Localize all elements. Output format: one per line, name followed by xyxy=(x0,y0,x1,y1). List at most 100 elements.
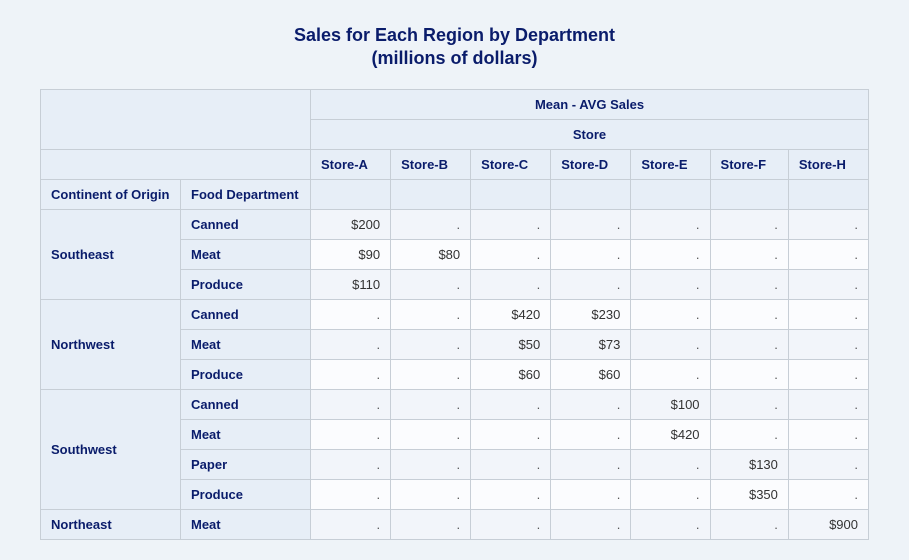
data-cell: . xyxy=(710,509,788,539)
data-cell: . xyxy=(631,509,710,539)
data-cell: $60 xyxy=(551,359,631,389)
data-cell: . xyxy=(471,509,551,539)
col-store-a: Store-A xyxy=(311,149,391,179)
data-cell: . xyxy=(710,269,788,299)
data-cell: . xyxy=(471,479,551,509)
data-cell: . xyxy=(471,239,551,269)
data-cell: . xyxy=(631,449,710,479)
data-cell: . xyxy=(311,299,391,329)
data-cell: . xyxy=(551,209,631,239)
data-cell: $420 xyxy=(631,419,710,449)
data-cell: $80 xyxy=(391,239,471,269)
header-pad-cell xyxy=(391,179,471,209)
col-store-e: Store-E xyxy=(631,149,710,179)
data-cell: . xyxy=(710,209,788,239)
data-cell: . xyxy=(551,449,631,479)
data-cell: . xyxy=(788,479,868,509)
data-cell: . xyxy=(471,269,551,299)
data-cell: . xyxy=(551,239,631,269)
header-pad-cell xyxy=(631,179,710,209)
data-cell: . xyxy=(788,449,868,479)
data-cell: $110 xyxy=(311,269,391,299)
report-title: Sales for Each Region by Department (mil… xyxy=(40,24,869,71)
region-cell: Northwest xyxy=(41,299,181,389)
data-cell: . xyxy=(788,389,868,419)
col-store-f: Store-F xyxy=(710,149,788,179)
title-line2: (millions of dollars) xyxy=(371,48,537,68)
dept-cell: Meat xyxy=(181,419,311,449)
data-cell: . xyxy=(710,239,788,269)
data-cell: $350 xyxy=(710,479,788,509)
dept-cell: Canned xyxy=(181,299,311,329)
data-cell: . xyxy=(631,269,710,299)
data-cell: . xyxy=(788,419,868,449)
data-cell: . xyxy=(710,359,788,389)
data-cell: . xyxy=(788,269,868,299)
dept-cell: Meat xyxy=(181,239,311,269)
data-cell: $50 xyxy=(471,329,551,359)
data-cell: $130 xyxy=(710,449,788,479)
data-cell: $73 xyxy=(551,329,631,359)
col-store-d: Store-D xyxy=(551,149,631,179)
data-cell: . xyxy=(391,509,471,539)
data-cell: . xyxy=(710,419,788,449)
header-pad-cell xyxy=(311,179,391,209)
data-cell: . xyxy=(710,299,788,329)
data-cell: $900 xyxy=(788,509,868,539)
data-cell: . xyxy=(788,359,868,389)
data-cell: $200 xyxy=(311,209,391,239)
dept-cell: Canned xyxy=(181,209,311,239)
table-row: NortheastMeat......$900 xyxy=(41,509,869,539)
data-cell: . xyxy=(788,299,868,329)
data-cell: . xyxy=(311,479,391,509)
data-cell: . xyxy=(311,419,391,449)
data-cell: . xyxy=(391,359,471,389)
title-line1: Sales for Each Region by Department xyxy=(294,25,615,45)
data-cell: . xyxy=(631,209,710,239)
col-store-c: Store-C xyxy=(471,149,551,179)
dept-cell: Meat xyxy=(181,509,311,539)
data-cell: . xyxy=(631,359,710,389)
header-pad-cell xyxy=(788,179,868,209)
header-metric: Mean - AVG Sales xyxy=(311,89,869,119)
region-cell: Southwest xyxy=(41,389,181,509)
data-cell: . xyxy=(471,449,551,479)
data-cell: . xyxy=(391,209,471,239)
col-store-b: Store-B xyxy=(391,149,471,179)
data-cell: . xyxy=(391,269,471,299)
data-cell: . xyxy=(391,479,471,509)
data-cell: . xyxy=(311,509,391,539)
region-cell: Northeast xyxy=(41,509,181,539)
data-cell: . xyxy=(311,329,391,359)
report-container: Sales for Each Region by Department (mil… xyxy=(0,0,909,560)
data-cell: . xyxy=(788,209,868,239)
data-cell: . xyxy=(631,239,710,269)
dept-cell: Produce xyxy=(181,269,311,299)
table-row: SoutheastCanned$200...... xyxy=(41,209,869,239)
data-cell: $90 xyxy=(311,239,391,269)
data-cell: . xyxy=(788,239,868,269)
data-cell: $60 xyxy=(471,359,551,389)
header-group: Store xyxy=(311,119,869,149)
table-row: NorthwestCanned..$420$230... xyxy=(41,299,869,329)
header-pad-cell xyxy=(471,179,551,209)
col2-header: Food Department xyxy=(181,179,311,209)
data-cell: . xyxy=(631,479,710,509)
data-cell: . xyxy=(391,329,471,359)
table-body: Continent of OriginFood DepartmentSouthe… xyxy=(41,179,869,539)
data-cell: . xyxy=(391,389,471,419)
header-pad-cell xyxy=(551,179,631,209)
data-cell: . xyxy=(471,419,551,449)
data-cell: . xyxy=(551,509,631,539)
data-table: Mean - AVG Sales Store Store-A Store-B S… xyxy=(40,89,869,540)
data-cell: . xyxy=(551,419,631,449)
data-cell: . xyxy=(311,449,391,479)
data-cell: . xyxy=(551,269,631,299)
data-cell: . xyxy=(710,389,788,419)
header-blank-2 xyxy=(41,149,311,179)
dept-cell: Paper xyxy=(181,449,311,479)
data-cell: . xyxy=(391,419,471,449)
data-cell: $100 xyxy=(631,389,710,419)
dept-cell: Produce xyxy=(181,359,311,389)
data-cell: . xyxy=(551,389,631,419)
